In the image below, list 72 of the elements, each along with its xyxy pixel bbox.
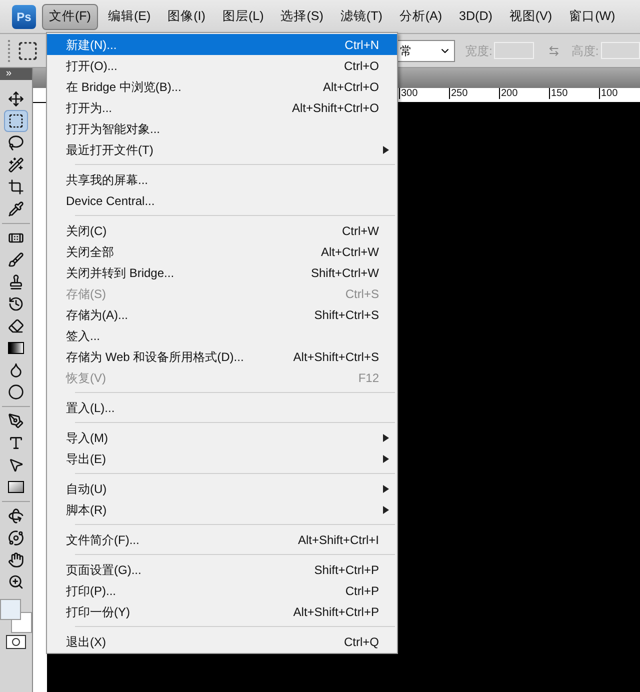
menu-title[interactable]: 选择(S) <box>274 4 330 30</box>
marquee-icon <box>8 113 24 129</box>
magic-wand-icon <box>8 157 24 173</box>
app-logo: Ps <box>12 4 36 28</box>
menu-item[interactable]: 签入... <box>47 325 397 346</box>
menu-item[interactable]: 打印(P)... Ctrl+P <box>47 580 397 601</box>
circle-icon <box>8 384 24 400</box>
ruler-label: 150 <box>549 88 599 99</box>
menu-title[interactable]: 3D(D) <box>452 4 500 30</box>
menu-item[interactable]: 打开(O)... Ctrl+O <box>47 55 397 76</box>
tool-button[interactable] <box>4 110 28 132</box>
quick-mask-button[interactable] <box>6 635 26 649</box>
rotate-3d-icon <box>8 508 24 524</box>
menu-item[interactable]: 打开为... Alt+Shift+Ctrl+O <box>47 97 397 118</box>
ruler-label: 300 <box>399 88 449 99</box>
height-field[interactable] <box>600 42 640 59</box>
pen-icon <box>8 413 24 429</box>
grip-handle[interactable] <box>8 40 11 62</box>
brush-icon <box>8 252 24 268</box>
height-label: 高度: <box>571 42 599 60</box>
eyedropper-icon <box>8 201 24 217</box>
menu-title[interactable]: 图像(I) <box>160 4 212 30</box>
menu-title[interactable]: 图层(L) <box>215 4 271 30</box>
menu-title[interactable]: 滤镜(T) <box>333 4 390 30</box>
menu-item[interactable]: 关闭全部 Alt+Ctrl+W <box>47 241 397 262</box>
gradient-icon <box>8 342 24 354</box>
menu-item[interactable]: 导入(M) <box>47 427 397 448</box>
eraser-icon <box>8 318 24 334</box>
menu-title[interactable]: 分析(A) <box>392 4 450 30</box>
marquee-icon <box>16 40 39 62</box>
width-field[interactable] <box>494 42 534 59</box>
droplet-icon <box>8 362 24 378</box>
menu-item[interactable]: 导出(E) <box>47 448 397 469</box>
width-label: 宽度: <box>464 42 492 60</box>
zoom-icon <box>8 574 24 590</box>
color-swatches-drawing[interactable] <box>0 599 32 633</box>
menu-title[interactable]: 文件(F) <box>42 4 98 30</box>
menu-item[interactable]: 最近打开文件(T) <box>47 139 397 160</box>
history-brush-icon <box>8 296 24 312</box>
menu-item[interactable]: 存储为(A)... Shift+Ctrl+S <box>47 304 397 325</box>
menu-item[interactable]: 打印一份(Y) Alt+Shift+Ctrl+P <box>47 601 397 622</box>
menu-item[interactable]: 新建(N)... Ctrl+N <box>47 34 397 55</box>
menu-item[interactable]: 置入(L)... <box>47 397 397 418</box>
menu-item[interactable]: Device Central... <box>47 190 397 211</box>
menu-title[interactable]: 视图(V) <box>502 4 560 30</box>
menu-item[interactable]: 打开为智能对象... <box>47 118 397 139</box>
menu-item[interactable]: 存储为 Web 和设备所用格式(D)... Alt+Shift+Ctrl+S <box>47 346 397 367</box>
move-icon <box>8 91 24 107</box>
menu-title[interactable]: 窗口(W) <box>562 4 622 30</box>
menu-item[interactable]: 关闭(C) Ctrl+W <box>47 220 397 241</box>
menu-item[interactable]: 脚本(R) <box>47 499 397 520</box>
ruler-label: 250 <box>449 88 499 99</box>
crop-icon <box>8 179 24 195</box>
lasso-icon <box>8 135 24 151</box>
menu-item[interactable]: 共享我的屏幕... <box>47 169 397 190</box>
menu-item[interactable]: 文件简介(F)... Alt+Shift+Ctrl+I <box>47 529 397 550</box>
pointer-icon <box>8 457 24 473</box>
menu-title[interactable]: 编辑(E) <box>100 4 158 30</box>
type-icon <box>8 435 24 451</box>
orbit-icon <box>8 530 24 546</box>
menu-item[interactable]: 退出(X) Ctrl+Q <box>47 631 397 652</box>
menu-item[interactable]: 在 Bridge 中浏览(B)... Alt+Ctrl+O <box>47 76 397 97</box>
rectangle-icon <box>8 481 24 493</box>
menu-item[interactable]: 页面设置(G)... Shift+Ctrl+P <box>47 559 397 580</box>
menu-item[interactable]: 自动(U) <box>47 478 397 499</box>
ruler-label: 200 <box>499 88 549 99</box>
menu-item[interactable]: 关闭并转到 Bridge... Shift+Ctrl+W <box>47 262 397 283</box>
ruler-label: 100 <box>599 88 640 99</box>
collapse-toggle[interactable]: » <box>6 69 12 79</box>
style-dropdown[interactable]: 常 <box>396 40 455 62</box>
hand-icon <box>8 552 24 568</box>
stamp-icon <box>8 274 24 290</box>
